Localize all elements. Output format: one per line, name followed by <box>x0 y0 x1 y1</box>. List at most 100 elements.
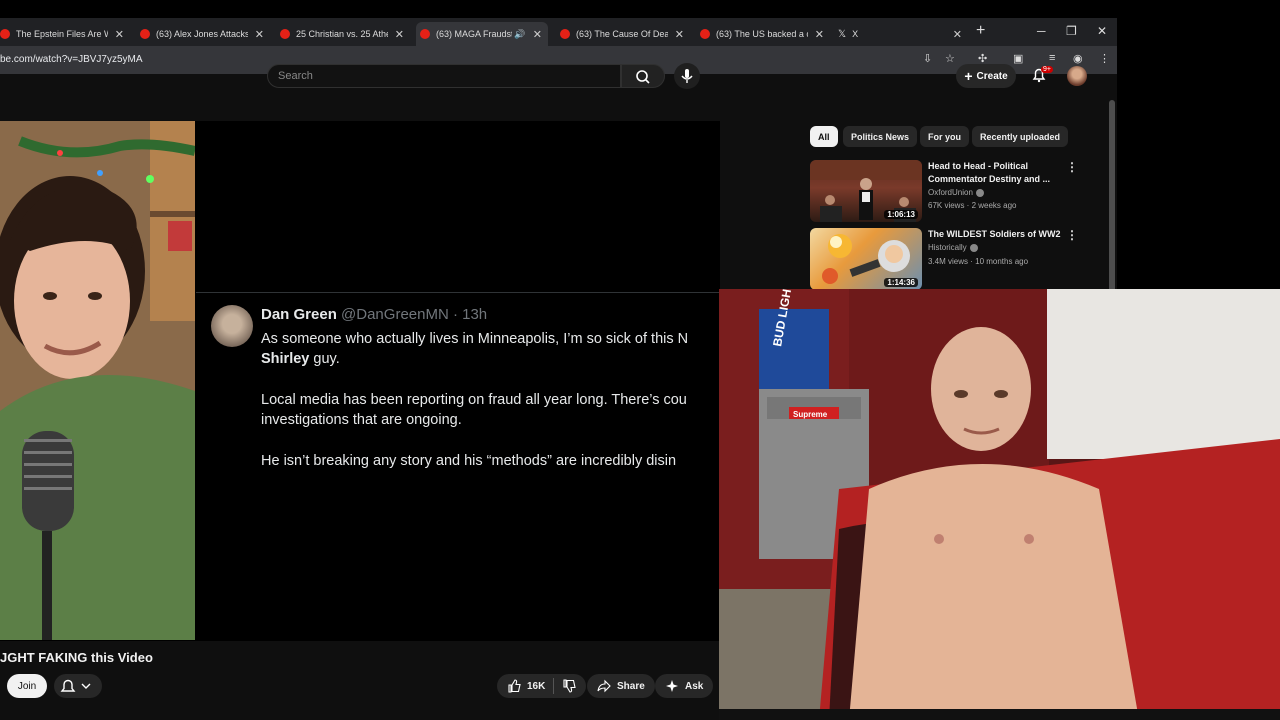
minimize-icon[interactable]: ─ <box>1037 24 1046 38</box>
tweet-author-name: Dan Green <box>261 306 337 323</box>
screen: The Epstein Files Are Way ✕ (63) Alex Jo… <box>0 0 1280 720</box>
more-options-icon[interactable]: ⋮ <box>1066 228 1078 242</box>
tab-title: 25 Christian vs. 25 Atheist <box>296 29 388 39</box>
video-duration: 1:14:36 <box>884 278 918 287</box>
youtube-favicon-icon <box>0 29 10 39</box>
youtube-favicon-icon <box>420 29 430 39</box>
tab-5[interactable]: (63) The Cause Of Death ✕ <box>560 22 688 46</box>
search-button[interactable] <box>621 64 665 88</box>
plus-icon: + <box>964 68 973 84</box>
channel-name[interactable]: OxfordUnion <box>928 188 984 197</box>
video-thumbnail[interactable]: 1:14:36 <box>810 228 922 290</box>
close-tab-icon[interactable]: ✕ <box>395 28 404 41</box>
tab-strip: The Epstein Files Are Way ✕ (63) Alex Jo… <box>0 18 1117 46</box>
tweet-author: Dan Green @DanGreenMN · 13h <box>261 306 487 323</box>
bookmark-star-icon[interactable]: ☆ <box>945 52 955 65</box>
search-input[interactable]: Search <box>267 64 621 88</box>
menu-kebab-icon[interactable]: ⋮ <box>1099 52 1110 65</box>
url-field[interactable]: be.com/watch?v=JBVJ7yz5yMA <box>0 54 143 65</box>
tweet-bold-name: Shirley <box>261 351 310 367</box>
channel-label: Historically <box>928 243 967 252</box>
tweet-line: As someone who actually lives in Minneap… <box>261 331 689 347</box>
tab-title: The Epstein Files Are Way <box>16 29 108 39</box>
channel-label: OxfordUnion <box>928 188 973 197</box>
tweet-line: Local media has been reporting on fraud … <box>261 392 687 408</box>
youtube-favicon-icon <box>560 29 570 39</box>
youtube-favicon-icon <box>700 29 710 39</box>
close-window-icon[interactable]: ✕ <box>1097 24 1107 38</box>
video-title-main: JGHT FAKING this Video <box>0 650 153 665</box>
channel-name[interactable]: Historically <box>928 243 978 252</box>
like-count: 16K <box>527 680 546 692</box>
sparkle-icon <box>666 680 678 692</box>
recommendation-item[interactable]: 1:06:13 Head to Head - Political Comment… <box>810 160 1110 222</box>
tab-title: X <box>852 29 859 39</box>
thumbs-up-icon[interactable] <box>507 679 521 693</box>
tweet-avatar <box>211 305 253 347</box>
speaker-icon[interactable]: 🔊 <box>514 29 525 40</box>
close-tab-icon[interactable]: ✕ <box>815 28 824 41</box>
x-logo-icon: 𝕏 <box>838 28 847 40</box>
search-icon <box>636 70 650 84</box>
restore-icon[interactable]: ❐ <box>1066 24 1077 38</box>
create-button[interactable]: + Create <box>956 64 1016 88</box>
thumbs-down-icon[interactable] <box>562 679 577 693</box>
chip-all[interactable]: All <box>810 126 838 147</box>
left-webcam-feed <box>0 121 195 640</box>
close-tab-icon[interactable]: ✕ <box>255 28 264 41</box>
profile-icon[interactable]: ◉ <box>1073 52 1083 65</box>
embedded-tweet: Dan Green @DanGreenMN · 13h As someone w… <box>196 292 720 478</box>
bell-dropdown-icon <box>60 679 91 692</box>
install-app-icon[interactable]: ⇩ <box>923 52 932 65</box>
new-tab-icon[interactable]: + <box>976 22 985 40</box>
verified-check-icon <box>969 243 978 252</box>
close-tab-icon[interactable]: ✕ <box>675 28 684 41</box>
tweet-handle: @DanGreenMN · 13h <box>341 306 488 323</box>
tab-2[interactable]: (63) Alex Jones Attacks Ca ✕ <box>140 22 268 46</box>
video-thumbnail[interactable]: 1:06:13 <box>810 160 922 222</box>
subscription-bell-button[interactable] <box>54 674 102 698</box>
tab-1[interactable]: The Epstein Files Are Way ✕ <box>0 22 128 46</box>
tab-title: (63) MAGA Fraudster <box>436 29 512 39</box>
youtube-favicon-icon <box>280 29 290 39</box>
tab-title: (63) The US backed a coup <box>716 29 808 39</box>
video-title[interactable]: The WILDEST Soldiers of WW2 <box>928 228 1064 241</box>
video-meta: 3.4M views · 10 months ago <box>928 257 1029 266</box>
notification-badge: 9+ <box>1041 66 1053 73</box>
chip-recently-uploaded[interactable]: Recently uploaded <box>972 126 1069 147</box>
tab-7[interactable]: 𝕏 X ✕ <box>838 22 966 46</box>
close-tab-icon[interactable]: ✕ <box>115 28 124 41</box>
voice-search-button[interactable] <box>674 63 700 89</box>
close-tab-icon[interactable]: ✕ <box>953 28 962 41</box>
more-options-icon[interactable]: ⋮ <box>1066 160 1078 174</box>
microphone-icon <box>681 69 693 83</box>
like-dislike-group[interactable]: 16K <box>497 674 587 698</box>
verified-check-icon <box>975 188 984 197</box>
divider <box>553 678 555 694</box>
sidepanel-icon[interactable]: ▣ <box>1013 52 1023 65</box>
video-title[interactable]: Head to Head - Political Commentator Des… <box>928 160 1068 186</box>
tweet-line: investigations that are ongoing. <box>261 412 462 428</box>
supreme-sticker-text: Supreme <box>793 410 828 419</box>
share-label: Share <box>617 680 645 692</box>
tab-3[interactable]: 25 Christian vs. 25 Atheist ✕ <box>280 22 408 46</box>
host-webcam-image <box>0 121 195 640</box>
tab-4-active[interactable]: (63) MAGA Fraudster 🔊 ✕ <box>416 22 548 46</box>
recommendation-item[interactable]: 1:14:36 The WILDEST Soldiers of WW2 Hist… <box>810 228 1110 290</box>
tab-title: (63) Alex Jones Attacks Ca <box>156 29 248 39</box>
ask-label: Ask <box>685 680 704 692</box>
avatar[interactable] <box>1067 66 1087 86</box>
tweet-body: As someone who actually lives in Minneap… <box>261 329 731 471</box>
close-tab-icon[interactable]: ✕ <box>533 28 542 41</box>
create-label: Create <box>976 70 1008 82</box>
share-button[interactable]: Share <box>587 674 655 698</box>
video-duration: 1:06:13 <box>884 210 918 219</box>
video-meta: 67K views · 2 weeks ago <box>928 201 1017 210</box>
ask-button[interactable]: Ask <box>655 674 714 698</box>
right-webcam-feed: BUD LIGHT Supreme <box>719 289 1280 720</box>
join-button[interactable]: Join <box>7 674 47 698</box>
tab-6[interactable]: (63) The US backed a coup ✕ <box>700 22 828 46</box>
chip-for-you[interactable]: For you <box>920 126 969 147</box>
media-control-icon[interactable]: ≡ <box>1049 52 1055 64</box>
chip-politics-news[interactable]: Politics News <box>843 126 918 147</box>
